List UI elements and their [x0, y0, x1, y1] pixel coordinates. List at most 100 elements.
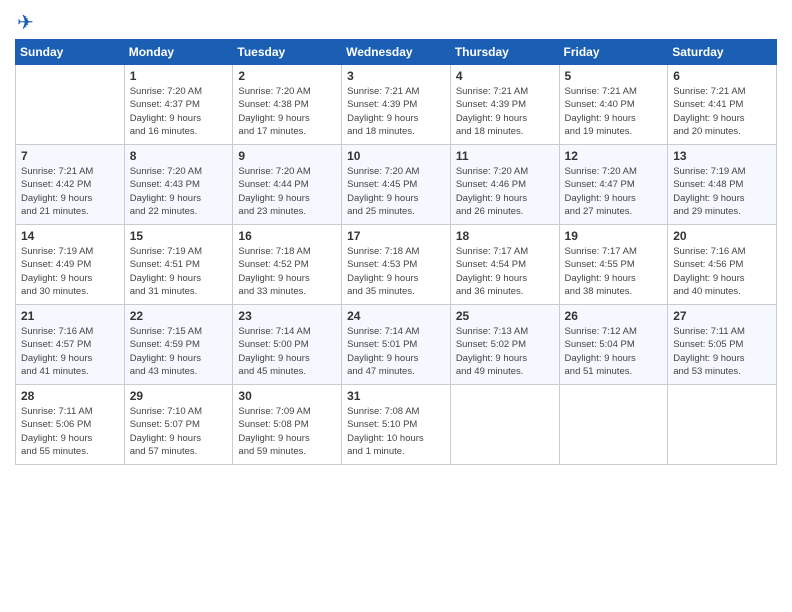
- calendar-cell: 21Sunrise: 7:16 AM Sunset: 4:57 PM Dayli…: [16, 305, 125, 385]
- day-info: Sunrise: 7:16 AM Sunset: 4:56 PM Dayligh…: [673, 245, 771, 298]
- calendar-cell: 24 Sunrise: 7:14 AM Sunset: 5:01 PM Dayli…: [342, 305, 451, 385]
- day-info: Sunrise: 7:20 AM Sunset: 4:45 PM Dayligh…: [347, 165, 445, 218]
- day-number: 19: [565, 229, 663, 243]
- calendar-cell: [559, 385, 668, 465]
- day-number: 23: [238, 309, 336, 323]
- day-number: 17: [347, 229, 445, 243]
- day-info: Sunrise: 7:13 AM Sunset: 5:02 PM Dayligh…: [456, 325, 554, 378]
- calendar-week-2: 7Sunrise: 7:21 AM Sunset: 4:42 PM Daylig…: [16, 145, 777, 225]
- day-info: Sunrise: 7:21 AM Sunset: 4:41 PM Dayligh…: [673, 85, 771, 138]
- day-number: 12: [565, 149, 663, 163]
- weekday-header-wednesday: Wednesday: [342, 40, 451, 65]
- day-number: 18: [456, 229, 554, 243]
- weekday-header-monday: Monday: [124, 40, 233, 65]
- day-info: Sunrise: 7:17 AM Sunset: 4:54 PM Dayligh…: [456, 245, 554, 298]
- day-number: 3: [347, 69, 445, 83]
- weekday-header-saturday: Saturday: [668, 40, 777, 65]
- weekday-header-thursday: Thursday: [450, 40, 559, 65]
- day-info: Sunrise: 7:21 AM Sunset: 4:39 PM Dayligh…: [347, 85, 445, 138]
- calendar-cell: 30 Sunrise: 7:09 AM Sunset: 5:08 PM Dayli…: [233, 385, 342, 465]
- day-info: Sunrise: 7:14 AM Sunset: 5:01 PM Dayligh…: [347, 325, 445, 378]
- calendar-cell: [16, 65, 125, 145]
- calendar-cell: 6 Sunrise: 7:21 AM Sunset: 4:41 PM Daylig…: [668, 65, 777, 145]
- calendar-cell: 9 Sunrise: 7:20 AM Sunset: 4:44 PM Daylig…: [233, 145, 342, 225]
- day-number: 8: [130, 149, 228, 163]
- day-number: 1: [130, 69, 228, 83]
- day-info: Sunrise: 7:14 AM Sunset: 5:00 PM Dayligh…: [238, 325, 336, 378]
- day-info: Sunrise: 7:21 AM Sunset: 4:40 PM Dayligh…: [565, 85, 663, 138]
- calendar-cell: 8 Sunrise: 7:20 AM Sunset: 4:43 PM Daylig…: [124, 145, 233, 225]
- day-number: 2: [238, 69, 336, 83]
- day-number: 22: [130, 309, 228, 323]
- day-info: Sunrise: 7:11 AM Sunset: 5:06 PM Dayligh…: [21, 405, 119, 458]
- weekday-header-sunday: Sunday: [16, 40, 125, 65]
- header-area: ✈: [15, 10, 777, 31]
- day-number: 26: [565, 309, 663, 323]
- day-number: 24: [347, 309, 445, 323]
- calendar-cell: 12 Sunrise: 7:20 AM Sunset: 4:47 PM Dayli…: [559, 145, 668, 225]
- calendar-cell: 17 Sunrise: 7:18 AM Sunset: 4:53 PM Dayli…: [342, 225, 451, 305]
- day-info: Sunrise: 7:08 AM Sunset: 5:10 PM Dayligh…: [347, 405, 445, 458]
- calendar-cell: 7Sunrise: 7:21 AM Sunset: 4:42 PM Daylig…: [16, 145, 125, 225]
- day-info: Sunrise: 7:19 AM Sunset: 4:51 PM Dayligh…: [130, 245, 228, 298]
- day-number: 25: [456, 309, 554, 323]
- day-number: 9: [238, 149, 336, 163]
- day-number: 10: [347, 149, 445, 163]
- day-info: Sunrise: 7:21 AM Sunset: 4:39 PM Dayligh…: [456, 85, 554, 138]
- day-number: 28: [21, 389, 119, 403]
- calendar-cell: 22Sunrise: 7:15 AM Sunset: 4:59 PM Dayli…: [124, 305, 233, 385]
- day-info: Sunrise: 7:09 AM Sunset: 5:08 PM Dayligh…: [238, 405, 336, 458]
- calendar-cell: 26Sunrise: 7:12 AM Sunset: 5:04 PM Dayli…: [559, 305, 668, 385]
- day-number: 21: [21, 309, 119, 323]
- calendar-table: SundayMondayTuesdayWednesdayThursdayFrid…: [15, 39, 777, 465]
- day-number: 16: [238, 229, 336, 243]
- day-number: 20: [673, 229, 771, 243]
- weekday-header-tuesday: Tuesday: [233, 40, 342, 65]
- day-number: 15: [130, 229, 228, 243]
- calendar-cell: 31 Sunrise: 7:08 AM Sunset: 5:10 PM Dayli…: [342, 385, 451, 465]
- day-info: Sunrise: 7:17 AM Sunset: 4:55 PM Dayligh…: [565, 245, 663, 298]
- page-container: ✈ SundayMondayTuesdayWednesdayThursdayFr…: [0, 0, 792, 475]
- calendar-cell: 29Sunrise: 7:10 AM Sunset: 5:07 PM Dayli…: [124, 385, 233, 465]
- calendar-cell: [668, 385, 777, 465]
- day-number: 14: [21, 229, 119, 243]
- logo-icon: ✈: [17, 10, 34, 35]
- calendar-cell: 15 Sunrise: 7:19 AM Sunset: 4:51 PM Dayli…: [124, 225, 233, 305]
- day-info: Sunrise: 7:19 AM Sunset: 4:49 PM Dayligh…: [21, 245, 119, 298]
- day-info: Sunrise: 7:20 AM Sunset: 4:43 PM Dayligh…: [130, 165, 228, 218]
- day-info: Sunrise: 7:20 AM Sunset: 4:44 PM Dayligh…: [238, 165, 336, 218]
- calendar-cell: 20 Sunrise: 7:16 AM Sunset: 4:56 PM Dayli…: [668, 225, 777, 305]
- day-info: Sunrise: 7:18 AM Sunset: 4:53 PM Dayligh…: [347, 245, 445, 298]
- calendar-cell: 27 Sunrise: 7:11 AM Sunset: 5:05 PM Dayli…: [668, 305, 777, 385]
- day-number: 7: [21, 149, 119, 163]
- day-number: 6: [673, 69, 771, 83]
- calendar-week-4: 21Sunrise: 7:16 AM Sunset: 4:57 PM Dayli…: [16, 305, 777, 385]
- day-info: Sunrise: 7:19 AM Sunset: 4:48 PM Dayligh…: [673, 165, 771, 218]
- day-info: Sunrise: 7:20 AM Sunset: 4:37 PM Dayligh…: [130, 85, 228, 138]
- calendar-cell: 11 Sunrise: 7:20 AM Sunset: 4:46 PM Dayli…: [450, 145, 559, 225]
- calendar-cell: 13Sunrise: 7:19 AM Sunset: 4:48 PM Dayli…: [668, 145, 777, 225]
- calendar-cell: 10 Sunrise: 7:20 AM Sunset: 4:45 PM Dayli…: [342, 145, 451, 225]
- calendar-cell: 14 Sunrise: 7:19 AM Sunset: 4:49 PM Dayli…: [16, 225, 125, 305]
- day-info: Sunrise: 7:20 AM Sunset: 4:47 PM Dayligh…: [565, 165, 663, 218]
- calendar-cell: 18 Sunrise: 7:17 AM Sunset: 4:54 PM Dayli…: [450, 225, 559, 305]
- calendar-cell: 3 Sunrise: 7:21 AM Sunset: 4:39 PM Daylig…: [342, 65, 451, 145]
- calendar-cell: [450, 385, 559, 465]
- calendar-cell: 1 Sunrise: 7:20 AM Sunset: 4:37 PM Daylig…: [124, 65, 233, 145]
- day-number: 30: [238, 389, 336, 403]
- calendar-cell: 19 Sunrise: 7:17 AM Sunset: 4:55 PM Dayli…: [559, 225, 668, 305]
- weekday-header-row: SundayMondayTuesdayWednesdayThursdayFrid…: [16, 40, 777, 65]
- calendar-cell: 16 Sunrise: 7:18 AM Sunset: 4:52 PM Dayli…: [233, 225, 342, 305]
- day-number: 29: [130, 389, 228, 403]
- day-info: Sunrise: 7:11 AM Sunset: 5:05 PM Dayligh…: [673, 325, 771, 378]
- calendar-cell: 25 Sunrise: 7:13 AM Sunset: 5:02 PM Dayli…: [450, 305, 559, 385]
- calendar-week-1: 1 Sunrise: 7:20 AM Sunset: 4:37 PM Daylig…: [16, 65, 777, 145]
- day-number: 11: [456, 149, 554, 163]
- day-info: Sunrise: 7:18 AM Sunset: 4:52 PM Dayligh…: [238, 245, 336, 298]
- day-number: 27: [673, 309, 771, 323]
- calendar-week-3: 14 Sunrise: 7:19 AM Sunset: 4:49 PM Dayli…: [16, 225, 777, 305]
- day-info: Sunrise: 7:20 AM Sunset: 4:46 PM Dayligh…: [456, 165, 554, 218]
- weekday-header-friday: Friday: [559, 40, 668, 65]
- day-number: 31: [347, 389, 445, 403]
- day-number: 5: [565, 69, 663, 83]
